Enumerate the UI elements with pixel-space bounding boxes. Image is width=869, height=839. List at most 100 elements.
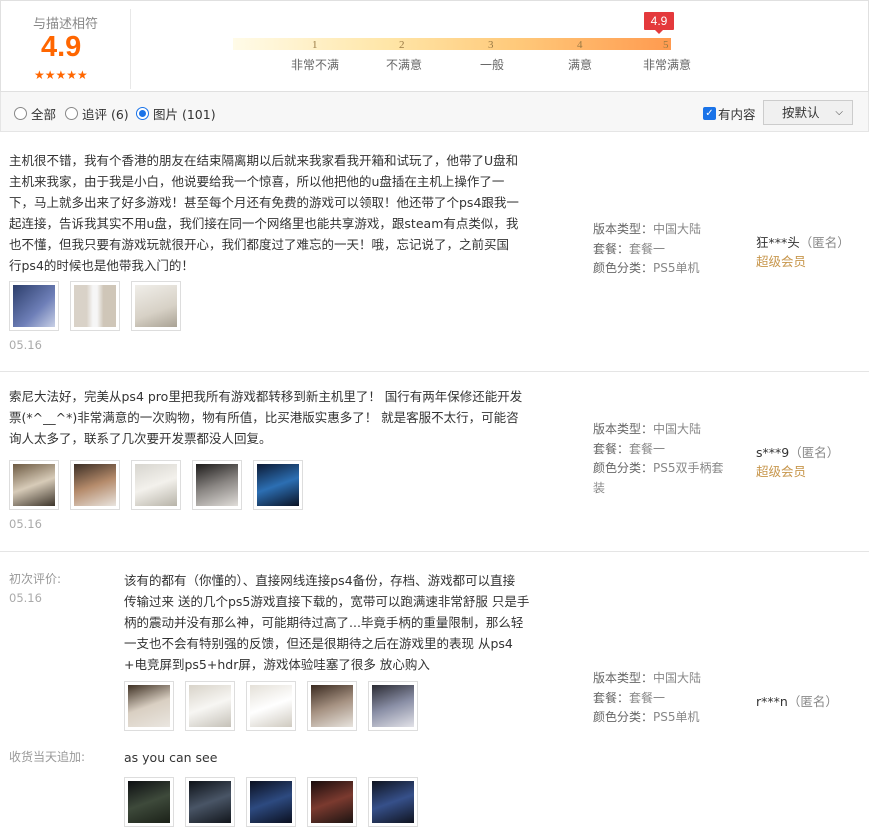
scale-num-2: 2: [399, 39, 405, 51]
review-image-thumb[interactable]: [307, 681, 357, 731]
scale-label-4: 满意: [568, 58, 593, 72]
review-image-thumb[interactable]: [246, 777, 296, 827]
radio-icon[interactable]: [65, 107, 78, 120]
rating-gradient-bar: [233, 38, 671, 50]
spec-key: 套餐：: [593, 690, 630, 705]
sort-dropdown[interactable]: 按默认 ⌵: [763, 100, 853, 125]
anonymous-tag: （匿名）: [799, 235, 850, 250]
vip-badge: 超级会员: [756, 254, 807, 269]
score-badge: 4.9: [644, 12, 674, 34]
product-spec: 版本类型：中国大陆 套餐：套餐一 颜色分类：PS5双手柄套 装: [593, 420, 724, 498]
scale-label-5: 非常满意: [643, 58, 692, 72]
review-text: 主机很不错，我有个香港的朋友在结束隔离期以后就来我家看我开箱和试玩了，他带了U盘…: [9, 153, 519, 273]
sort-label: 按默认: [782, 105, 820, 120]
radio-icon[interactable]: [14, 107, 27, 120]
scale-label-2: 不满意: [386, 58, 423, 72]
append-review-thumbnails: [124, 777, 418, 827]
review-image-thumb[interactable]: [131, 460, 181, 510]
append-review-text: as you can see: [124, 750, 218, 765]
review-image-thumb[interactable]: [131, 281, 181, 331]
review-text: 索尼大法好，完美从ps4 pro里把我所有游戏都转移到新主机里了！ 国行有两年保…: [9, 389, 523, 446]
review-image-thumb[interactable]: [9, 460, 59, 510]
spec-key: 版本类型：: [593, 422, 654, 436]
reviewer-username: r***n: [756, 694, 788, 709]
spec-value: 装: [593, 480, 606, 495]
review-image-thumb[interactable]: [185, 777, 235, 827]
review-image-thumb[interactable]: [246, 681, 296, 731]
review-image-thumb[interactable]: [253, 460, 303, 510]
reviewer-username: s***9: [756, 445, 790, 460]
spec-value: PS5单机: [653, 261, 700, 275]
spec-value: 套餐一: [629, 690, 666, 705]
scale-num-5: 5: [663, 39, 669, 51]
score-area: 与描述相符 4.9 ★★★★★: [1, 9, 131, 89]
review-date: 05.16: [9, 338, 42, 352]
reviewer-username: 狂***头: [756, 235, 800, 250]
first-review-label: 初次评价:: [9, 572, 62, 586]
radio-checked-icon[interactable]: [136, 107, 149, 120]
spec-value: 套餐一: [629, 241, 666, 256]
reviewer-name: s***9（匿名）: [756, 442, 839, 461]
checkmark-icon[interactable]: ✓: [703, 107, 716, 120]
scale-label-3: 一般: [480, 58, 505, 72]
filter-followup-label: 追评 (6): [82, 107, 129, 122]
star-icon: ★★★★★: [34, 68, 88, 82]
score-value: 4.9: [41, 31, 82, 63]
filter-images-radio[interactable]: 图片 (101): [136, 104, 216, 123]
review-date: 05.16: [9, 517, 42, 531]
reviewer-name: r***n（匿名）: [756, 691, 838, 710]
spec-key: 颜色分类：: [593, 461, 654, 475]
spec-value: 中国大陆: [653, 222, 702, 236]
spec-key: 版本类型：: [593, 222, 654, 236]
review-image-thumb[interactable]: [368, 681, 418, 731]
review-image-thumb[interactable]: [9, 281, 59, 331]
scale-num-3: 3: [488, 39, 494, 51]
review-item: 初次评价: 05.16 该有的都有（你懂的）、直接网线连接ps4备份，存档、游戏…: [0, 552, 869, 839]
spec-value: 中国大陆: [653, 671, 702, 685]
spec-value: PS5双手柄套: [653, 461, 724, 475]
review-thumbnails: [124, 681, 418, 731]
anonymous-tag: （匿名）: [787, 694, 838, 709]
score-label: 与描述相符: [33, 17, 99, 32]
filter-followup-radio[interactable]: 追评 (6): [65, 104, 129, 123]
filter-images-label: 图片 (101): [153, 107, 216, 122]
review-thumbnails: [9, 281, 181, 331]
review-image-thumb[interactable]: [70, 460, 120, 510]
spec-key: 套餐：: [593, 241, 630, 256]
spec-value: PS5单机: [653, 710, 700, 724]
spec-key: 版本类型：: [593, 671, 654, 685]
scale-num-4: 4: [577, 39, 583, 51]
review-item: 主机很不错，我有个香港的朋友在结束隔离期以后就来我家看我开箱和试玩了，他带了U盘…: [0, 132, 869, 372]
review-image-thumb[interactable]: [368, 777, 418, 827]
append-review-label: 收货当天追加:: [9, 750, 86, 764]
spec-value: 套餐一: [629, 441, 666, 456]
review-image-thumb[interactable]: [307, 777, 357, 827]
spec-key: 套餐：: [593, 441, 630, 456]
scale-num-1: 1: [312, 39, 318, 51]
chevron-down-icon: ⌵: [835, 107, 843, 118]
review-text: 该有的都有（你懂的）、直接网线连接ps4备份，存档、游戏都可以直接 传输过来 送…: [124, 573, 530, 672]
review-image-thumb[interactable]: [70, 281, 120, 331]
has-content-label: 有内容: [718, 107, 756, 122]
product-spec: 版本类型：中国大陆 套餐：套餐一 颜色分类：PS5单机: [593, 669, 701, 728]
filter-bar: 全部 追评 (6) 图片 (101) ✓ 有内容 按默认 ⌵: [0, 92, 869, 132]
review-image-thumb[interactable]: [192, 460, 242, 510]
spec-value: 中国大陆: [653, 422, 702, 436]
spec-key: 颜色分类：: [593, 261, 654, 275]
product-spec: 版本类型：中国大陆 套餐：套餐一 颜色分类：PS5单机: [593, 220, 701, 279]
review-date: 05.16: [9, 591, 42, 605]
rating-summary: 与描述相符 4.9 ★★★★★ 4.9 1 2 3 4 5 非常不满 不满意 一…: [0, 0, 869, 92]
review-item: 索尼大法好，完美从ps4 pro里把我所有游戏都转移到新主机里了！ 国行有两年保…: [0, 372, 869, 552]
anonymous-tag: （匿名）: [789, 445, 840, 460]
vip-badge: 超级会员: [756, 464, 807, 479]
has-content-checkbox[interactable]: ✓ 有内容: [703, 104, 756, 123]
review-thumbnails: [9, 460, 303, 510]
filter-all-label: 全部: [31, 107, 57, 122]
filter-all-radio[interactable]: 全部: [14, 104, 56, 123]
reviewer-name: 狂***头（匿名）: [756, 232, 850, 251]
spec-key: 颜色分类：: [593, 710, 654, 724]
review-image-thumb[interactable]: [124, 681, 174, 731]
review-image-thumb[interactable]: [124, 777, 174, 827]
scale-label-1: 非常不满: [291, 58, 340, 72]
review-image-thumb[interactable]: [185, 681, 235, 731]
